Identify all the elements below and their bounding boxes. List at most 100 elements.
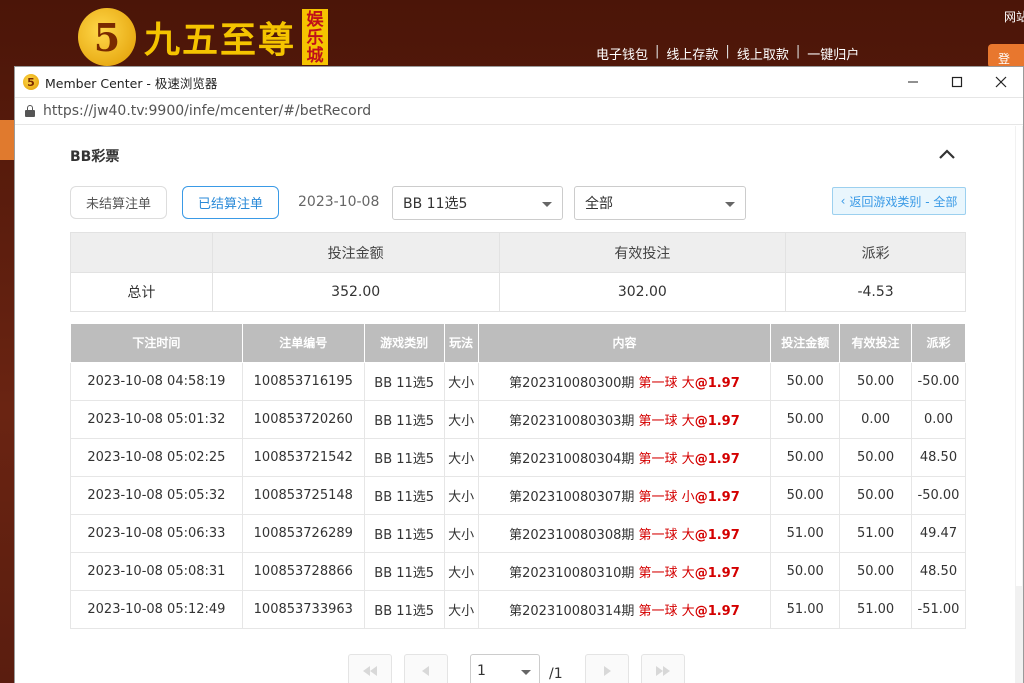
bet-ball: 第一球 — [638, 489, 678, 505]
prev-page-button[interactable] — [404, 654, 448, 683]
bet-ball: 第一球 — [638, 375, 678, 391]
bet-time: 2023-10-08 04:58:19 — [70, 361, 243, 401]
header-bet-id: 注单编号 — [241, 324, 365, 363]
chevron-right-icon — [604, 666, 611, 676]
maximize-icon — [951, 76, 963, 88]
bet-period: 第202310080304期 — [509, 451, 635, 467]
nav-online-withdraw[interactable]: 线上取款 — [737, 44, 789, 63]
header-valid-bet: 有效投注 — [839, 324, 912, 363]
bet-odds: @1.97 — [694, 489, 740, 505]
minimize-button[interactable] — [891, 67, 935, 97]
last-page-button[interactable] — [641, 654, 685, 683]
game-type: BB 11选5 — [363, 437, 445, 477]
header-bet-amount: 投注金额 — [770, 324, 841, 363]
game-type: BB 11选5 — [363, 475, 445, 515]
game-select[interactable]: BB 11选5 — [392, 186, 563, 220]
table-row: 2023-10-08 05:08:31 100853728866 BB 11选5 大小… — [70, 551, 967, 591]
summary-total-valid: 302.00 — [498, 272, 787, 312]
minimize-icon — [908, 81, 918, 83]
chevron-down-icon — [725, 202, 735, 207]
site-login-button[interactable]: 登 — [988, 44, 1024, 68]
summary-header-payout: 派彩 — [785, 232, 966, 273]
payout: 48.50 — [910, 551, 967, 591]
chevron-down-icon — [521, 670, 531, 675]
close-button[interactable] — [979, 67, 1023, 97]
valid-bet: 50.00 — [839, 361, 912, 401]
bet-type-select-value: 全部 — [585, 196, 613, 212]
header-game-type: 游戏类别 — [363, 324, 445, 363]
first-page-button[interactable] — [348, 654, 392, 683]
nav-e-wallet[interactable]: 电子钱包 — [596, 44, 648, 63]
page-select[interactable]: 1 — [470, 654, 540, 683]
bet-period: 第202310080303期 — [509, 413, 635, 429]
summary-header-valid: 有效投注 — [498, 232, 787, 273]
bet-id: 100853725148 — [241, 475, 365, 515]
bet-period: 第202310080308期 — [509, 527, 635, 543]
settled-bets-tab[interactable]: 已结算注单 — [182, 186, 279, 219]
game-select-value: BB 11选5 — [403, 196, 468, 212]
bet-odds: @1.97 — [694, 413, 740, 429]
bet-amount: 51.00 — [770, 513, 841, 553]
nav-one-click-transfer[interactable]: 一键归户 — [807, 44, 859, 63]
bet-ball: 第一球 — [638, 527, 678, 543]
site-logo[interactable]: 5 九五至尊 娱 乐 城 — [78, 8, 329, 66]
maximize-button[interactable] — [935, 67, 979, 97]
bet-id: 100853721542 — [241, 437, 365, 477]
window-titlebar[interactable]: 5 Member Center - 极速浏览器 — [15, 67, 1023, 97]
bet-pick: 大 — [681, 565, 695, 581]
payout: 49.47 — [910, 513, 967, 553]
bet-content: 第202310080308期 第一球 大@1.97 — [477, 513, 772, 553]
bet-pick: 大 — [681, 527, 695, 543]
bet-pick: 小 — [681, 489, 695, 505]
bet-type-select[interactable]: 全部 — [574, 186, 746, 220]
back-to-game-category-button[interactable]: ‹ 返回游戏类别 - 全部 — [832, 187, 966, 215]
table-row: 2023-10-08 05:12:49 100853733963 BB 11选5 大小… — [70, 589, 967, 629]
site-topright-link[interactable]: 网站 — [1004, 8, 1024, 25]
game-type: BB 11选5 — [363, 551, 445, 591]
bet-id: 100853716195 — [241, 361, 365, 401]
bet-record-page: BB彩票 未结算注单 已结算注单 2023-10-08 BB 11选5 全部 ‹… — [15, 126, 1023, 683]
url-text[interactable]: https://jw40.tv:9900/infe/mcenter/#/betR… — [43, 103, 371, 119]
double-chevron-left-icon — [363, 666, 377, 676]
bet-time: 2023-10-08 05:02:25 — [70, 437, 243, 477]
bet-odds: @1.97 — [694, 451, 740, 467]
play-type: 大小 — [443, 399, 479, 439]
nav-online-deposit[interactable]: 线上存款 — [666, 44, 718, 63]
summary-table: 投注金额 有效投注 派彩 总计 352.00 302.00 -4.53 — [70, 232, 966, 312]
payout: 48.50 — [910, 437, 967, 477]
bet-content: 第202310080314期 第一球 大@1.97 — [477, 589, 772, 629]
game-type: BB 11选5 — [363, 589, 445, 629]
bet-content: 第202310080300期 第一球 大@1.97 — [477, 361, 772, 401]
scrollbar[interactable] — [1015, 126, 1023, 683]
bet-content: 第202310080307期 第一球 小@1.97 — [477, 475, 772, 515]
bet-period: 第202310080307期 — [509, 489, 635, 505]
records-body: 2023-10-08 04:58:19 100853716195 BB 11选5 大小… — [70, 361, 967, 629]
payout: -50.00 — [910, 361, 967, 401]
unsettled-bets-tab[interactable]: 未结算注单 — [70, 186, 167, 219]
date-filter[interactable]: 2023-10-08 — [298, 194, 379, 210]
play-type: 大小 — [443, 589, 479, 629]
valid-bet: 51.00 — [839, 513, 912, 553]
section-title: BB彩票 — [70, 149, 120, 165]
bet-id: 100853728866 — [241, 551, 365, 591]
payout: 0.00 — [910, 399, 967, 439]
lock-icon — [25, 105, 35, 117]
next-page-button[interactable] — [585, 654, 629, 683]
valid-bet: 50.00 — [839, 551, 912, 591]
game-type: BB 11选5 — [363, 361, 445, 401]
chevron-left-icon — [422, 666, 429, 676]
chevron-up-icon[interactable] — [937, 146, 957, 162]
scrollbar-thumb[interactable] — [1016, 126, 1022, 586]
bet-ball: 第一球 — [638, 603, 678, 619]
chevron-down-icon — [542, 202, 552, 207]
table-row: 2023-10-08 05:05:32 100853725148 BB 11选5 大小… — [70, 475, 967, 515]
bet-period: 第202310080300期 — [509, 375, 635, 391]
bet-amount: 50.00 — [770, 399, 841, 439]
bet-odds: @1.97 — [694, 603, 740, 619]
address-bar[interactable]: https://jw40.tv:9900/infe/mcenter/#/betR… — [15, 97, 1023, 125]
site-nav: 电子钱包 | 线上存款 | 线上取款 | 一键归户 — [596, 44, 860, 63]
browser-app-icon: 5 — [23, 74, 39, 90]
bet-time: 2023-10-08 05:08:31 — [70, 551, 243, 591]
bet-amount: 51.00 — [770, 589, 841, 629]
bet-pick: 大 — [681, 603, 695, 619]
